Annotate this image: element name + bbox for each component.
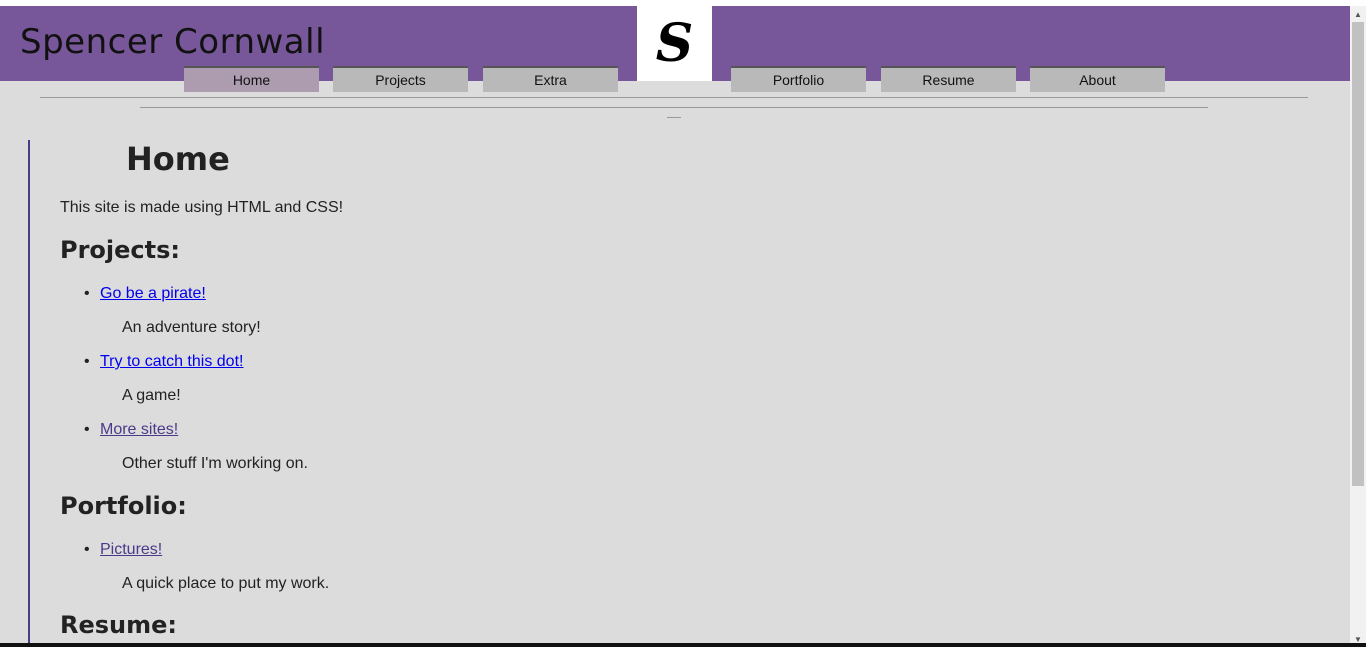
divider-line <box>140 107 1208 108</box>
project-description: Other stuff I'm working on. <box>122 455 308 472</box>
bullet-icon: • <box>84 353 90 370</box>
portfolio-description: A quick place to put my work. <box>122 575 330 592</box>
page-title: Home <box>126 140 230 178</box>
portfolio-link-pictures[interactable]: Pictures! <box>100 541 162 559</box>
nav-tab-resume[interactable]: Resume <box>881 66 1016 92</box>
nav-tab-portfolio[interactable]: Portfolio <box>731 66 866 92</box>
nav-tab-extra[interactable]: Extra <box>483 66 618 92</box>
scroll-up-icon[interactable]: ▲ <box>1350 6 1366 22</box>
divider-line <box>40 97 1308 98</box>
nav-tab-about[interactable]: About <box>1030 66 1165 92</box>
resume-heading: Resume: <box>60 611 178 639</box>
portfolio-heading: Portfolio: <box>60 492 187 520</box>
vertical-scrollbar[interactable]: ▲ ▼ <box>1350 6 1366 647</box>
project-link-more-sites[interactable]: More sites! <box>100 421 178 439</box>
project-description: A game! <box>122 387 181 404</box>
site-title: Spencer Cornwall <box>20 22 326 62</box>
nav-tab-home[interactable]: Home <box>184 66 319 92</box>
logo[interactable]: S <box>637 6 712 81</box>
project-description: An adventure story! <box>122 319 261 336</box>
logo-s-icon: S <box>655 12 694 74</box>
scroll-thumb[interactable] <box>1352 22 1364 486</box>
divider-line <box>667 117 681 118</box>
nav-tab-projects[interactable]: Projects <box>333 66 468 92</box>
bullet-icon: • <box>84 421 90 438</box>
bullet-icon: • <box>84 541 90 558</box>
main-content: Home This site is made using HTML and CS… <box>28 140 1328 647</box>
projects-heading: Projects: <box>60 236 180 264</box>
intro-text: This site is made using HTML and CSS! <box>60 199 344 216</box>
window-bottom-edge <box>0 643 1366 647</box>
project-link-pirate[interactable]: Go be a pirate! <box>100 285 206 303</box>
bullet-icon: • <box>84 285 90 302</box>
project-link-dot-game[interactable]: Try to catch this dot! <box>100 353 243 371</box>
